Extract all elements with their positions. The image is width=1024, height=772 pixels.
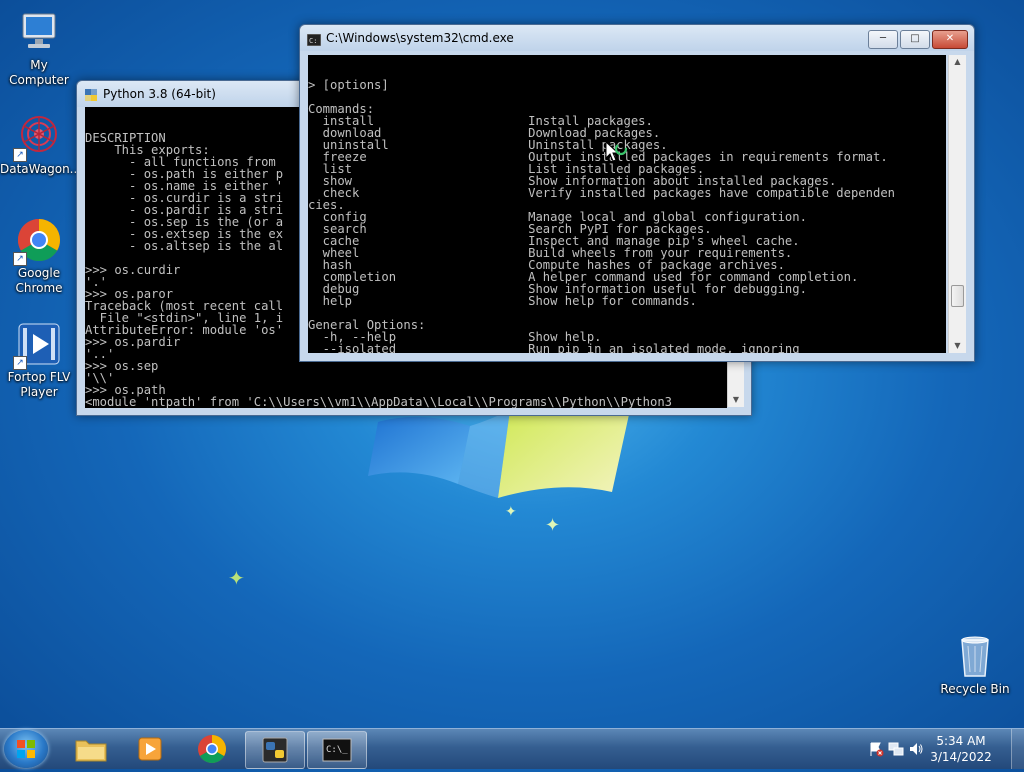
desktop-icon-recycle-bin[interactable]: Recycle Bin (936, 632, 1014, 697)
taskbar: C:\_ 5:34 AM 3/14/2022 (0, 728, 1024, 769)
python-icon (262, 737, 288, 763)
scroll-down-arrow-icon[interactable]: ▼ (949, 339, 966, 353)
flv-player-icon: ↗ (13, 320, 63, 370)
console-line: '\\' (85, 371, 115, 385)
scroll-down-arrow-icon[interactable]: ▼ (728, 393, 744, 407)
console-line: --isolated Run pip in an isolated mode, … (308, 342, 800, 353)
show-desktop-button[interactable] (1011, 729, 1024, 769)
maximize-button[interactable]: □ (900, 30, 930, 49)
windows-flag-icon (17, 740, 35, 758)
svg-text:C:: C: (309, 37, 317, 45)
cmd-icon: C: (306, 31, 322, 47)
desktop-icon-google-chrome[interactable]: ↗ Google Chrome (0, 216, 78, 296)
computer-icon (15, 8, 63, 56)
taskbar-clock[interactable]: 5:34 AM 3/14/2022 (926, 733, 996, 765)
shortcut-arrow-icon: ↗ (13, 252, 27, 266)
chrome-icon (198, 735, 226, 763)
cmd-console-lines: > [options] Commands: install Install pac… (308, 79, 946, 353)
start-button[interactable] (4, 730, 48, 768)
svg-text:C:\_: C:\_ (326, 745, 348, 755)
python-icon (84, 87, 98, 101)
python-window-title: Python 3.8 (64-bit) (103, 87, 216, 101)
taskbar-chrome-button[interactable] (183, 731, 241, 767)
shortcut-arrow-icon: ↗ (13, 148, 27, 162)
desktop-icon-label: DataWagon... (0, 162, 82, 176)
clock-date: 3/14/2022 (930, 750, 992, 764)
system-tray: 5:34 AM 3/14/2022 (854, 729, 1024, 769)
shortcut-arrow-icon: ↗ (13, 356, 27, 370)
sparkle-icon: ✦ (228, 566, 245, 590)
cmd-window[interactable]: C: C:\Windows\system32\cmd.exe ─ □ ✕ > [… (299, 24, 975, 362)
cmd-window-titlebar[interactable]: C: C:\Windows\system32\cmd.exe ─ □ ✕ (300, 25, 974, 51)
sparkle-icon: ✦ (545, 515, 561, 536)
scroll-up-arrow-icon[interactable]: ▲ (949, 55, 966, 69)
minimize-button[interactable]: ─ (868, 30, 898, 49)
cmd-console-output[interactable]: > [options] Commands: install Install pac… (308, 55, 946, 353)
desktop-icon-label: Recycle Bin (940, 682, 1010, 696)
recycle-bin-icon (951, 632, 999, 680)
console-line: help Show help for commands. (308, 294, 697, 308)
action-center-flag-icon[interactable] (868, 741, 884, 760)
taskbar-media-player-button[interactable] (122, 731, 180, 767)
desktop-icon-label: Fortop FLV Player (7, 370, 71, 399)
desktop-icon-label: My Computer (9, 58, 69, 87)
media-player-icon (138, 737, 162, 761)
close-button[interactable]: ✕ (932, 30, 968, 49)
taskbar-python-button[interactable] (245, 731, 305, 769)
network-icon[interactable] (888, 741, 904, 760)
clock-time: 5:34 AM (936, 734, 986, 748)
folder-icon (75, 740, 107, 762)
busy-cursor-icon (605, 140, 628, 162)
desktop-icon-my-computer[interactable]: My Computer (0, 8, 78, 88)
desktop-icon-datawagon[interactable]: ↗ DataWagon... (0, 112, 82, 177)
taskbar-explorer-button[interactable] (62, 731, 120, 767)
cmd-icon: C:\_ (322, 738, 352, 762)
taskbar-cmd-button[interactable]: C:\_ (307, 731, 367, 769)
chrome-icon: ↗ (13, 216, 63, 266)
sparkle-icon: ✦ (505, 504, 517, 520)
cmd-window-title: C:\Windows\system32\cmd.exe (326, 31, 514, 45)
scroll-thumb[interactable] (951, 285, 964, 307)
console-line: check Verify installed packages have com… (308, 186, 895, 200)
desktop-icon-label: Google Chrome (15, 266, 63, 295)
datawagon-icon: ↗ (13, 112, 63, 162)
cmd-vertical-scrollbar[interactable]: ▲ ▼ (948, 55, 966, 353)
console-line: > [options] (308, 78, 389, 92)
desktop-icon-fortop-flv-player[interactable]: ↗ Fortop FLV Player (0, 320, 78, 400)
volume-icon[interactable] (908, 741, 924, 760)
